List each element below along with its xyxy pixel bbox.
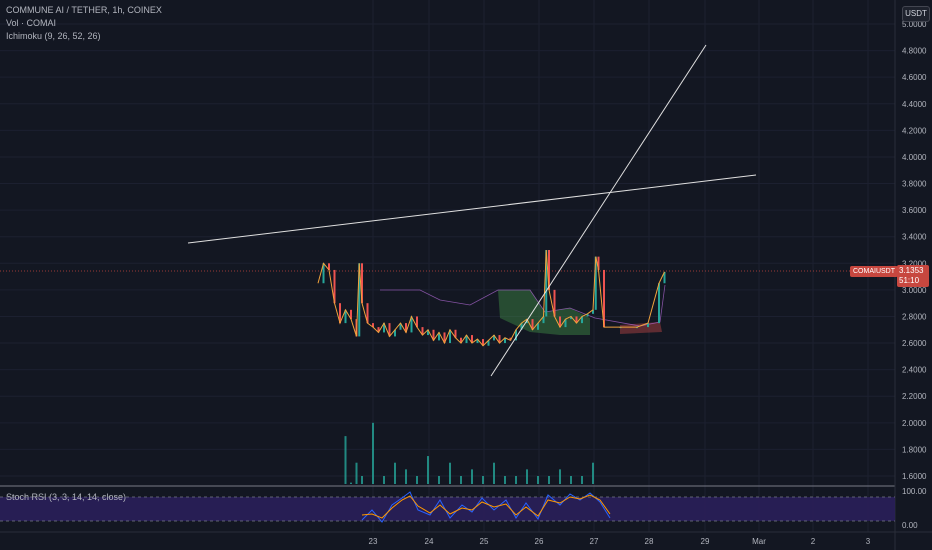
price-tick-label: 1.6000: [902, 472, 927, 481]
volume-bar: [361, 476, 363, 484]
price-tick-label: 2.2000: [902, 392, 927, 401]
price-tick-label: 3.6000: [902, 206, 927, 215]
volume-bar: [482, 476, 484, 484]
time-tick-label: 3: [866, 537, 871, 546]
volume-bar: [394, 462, 396, 484]
price-tick-label: 4.2000: [902, 126, 927, 135]
time-tick-label: 28: [645, 537, 654, 546]
stoch-rsi-legend[interactable]: Stoch RSI (3, 3, 14, 14, close): [6, 492, 126, 502]
volume-bar: [344, 436, 347, 484]
volume-bar: [405, 469, 407, 484]
price-tick-label: 2.8000: [902, 312, 927, 321]
volume-bar: [438, 476, 440, 484]
time-tick-label: 25: [480, 537, 489, 546]
last-price-tag: 3.1353 51:10: [897, 265, 929, 287]
price-tick-label: 4.8000: [902, 47, 927, 56]
currency-button[interactable]: USDT: [902, 6, 930, 22]
volume-bar: [515, 476, 517, 484]
volume-bar: [526, 469, 528, 484]
last-price-value: 3.1353: [899, 266, 924, 275]
time-tick-label: 26: [535, 537, 544, 546]
volume-bar: [559, 469, 561, 484]
trendline-horizontal[interactable]: [187, 174, 757, 244]
volume-bar: [427, 456, 429, 484]
volume-bar: [493, 462, 495, 484]
time-tick-label: 23: [369, 537, 378, 546]
price-tick-label: 3.4000: [902, 233, 927, 242]
volume-bar: [592, 462, 594, 484]
chart-canvas[interactable]: 5.00004.80004.60004.40004.20004.00003.80…: [0, 0, 932, 550]
volume-bar: [383, 476, 385, 484]
volume-bar: [372, 422, 374, 484]
price-tick-label: 4.4000: [902, 100, 927, 109]
volume-bar: [504, 476, 506, 484]
time-tick-label: 29: [701, 537, 710, 546]
volume-bar: [548, 476, 550, 484]
bar-countdown: 51:10: [899, 276, 920, 285]
volume-bar: [581, 476, 583, 484]
volume-bar: [460, 476, 462, 484]
rsi-tick-100: 100.00: [902, 487, 927, 496]
volume-bar: [416, 476, 418, 484]
grid-lines: [0, 0, 895, 532]
time-tick-label: 24: [425, 537, 434, 546]
time-axis-ticks: 23 24 25 26 27 28 29 Mar 2 3: [369, 537, 871, 546]
time-tick-label: Mar: [752, 537, 766, 546]
price-tick-label: 3.8000: [902, 180, 927, 189]
price-tick-label: 4.6000: [902, 73, 927, 82]
symbol-tag: COMAIUSDT: [850, 266, 898, 277]
price-axis-ticks: 5.00004.80004.60004.40004.20004.00003.80…: [902, 20, 927, 481]
volume-bar: [471, 469, 473, 484]
price-tick-label: 2.6000: [902, 339, 927, 348]
price-tick-label: 2.0000: [902, 419, 927, 428]
volume-bar: [537, 476, 539, 484]
price-line: [317, 249, 665, 347]
rsi-tick-0: 0.00: [902, 521, 918, 530]
price-tick-label: 3.0000: [902, 286, 927, 295]
candle: [658, 283, 660, 324]
volume-legend[interactable]: Vol · COMAI: [6, 18, 56, 28]
rsi-band: [0, 497, 895, 521]
candles: [322, 250, 666, 346]
price-tick-label: 2.4000: [902, 366, 927, 375]
time-tick-label: 2: [811, 537, 816, 546]
volume-bar: [355, 462, 358, 484]
volume-bar: [350, 482, 352, 484]
ichimoku-legend[interactable]: Ichimoku (9, 26, 52, 26): [6, 31, 101, 41]
price-tick-label: 1.8000: [902, 445, 927, 454]
volume-bars: [344, 422, 594, 484]
volume-bar: [449, 462, 451, 484]
time-tick-label: 27: [590, 537, 599, 546]
chart-title: COMMUNE AI / TETHER, 1h, COINEX: [6, 5, 162, 15]
price-tick-label: 4.0000: [902, 153, 927, 162]
volume-bar: [570, 476, 572, 484]
